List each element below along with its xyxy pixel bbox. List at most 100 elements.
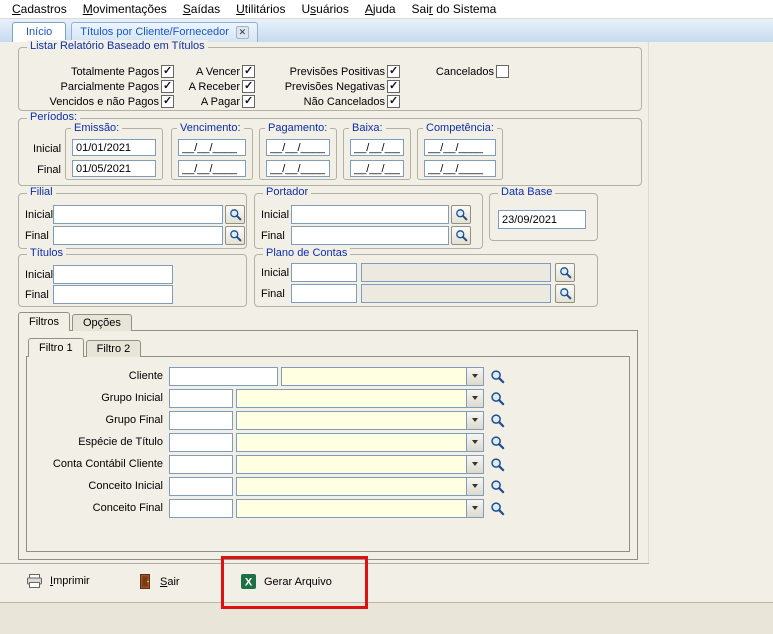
menu-saidas[interactable]: Saídas xyxy=(175,1,228,17)
input-conceito-inicial-codigo[interactable] xyxy=(169,477,233,496)
checkbox-a-receber[interactable] xyxy=(242,80,255,93)
combo-especie-titulo[interactable] xyxy=(236,433,484,452)
close-tab-icon[interactable]: ✕ xyxy=(236,26,249,39)
label-nao-cancelados: Não Cancelados xyxy=(255,96,387,108)
input-portador-inicial[interactable] xyxy=(291,205,449,224)
input-emissao-final[interactable] xyxy=(72,160,156,177)
search-icon xyxy=(490,369,505,384)
imprimir-button[interactable]: Imprimir xyxy=(26,573,90,589)
input-plano-inicial-codigo[interactable] xyxy=(291,263,357,282)
cliente-search-button[interactable] xyxy=(490,369,505,384)
input-especie-titulo-codigo[interactable] xyxy=(169,433,233,452)
input-filial-final[interactable] xyxy=(53,226,223,245)
filial-inicial-search-button[interactable] xyxy=(225,205,245,224)
input-pagamento-final[interactable] xyxy=(266,160,330,177)
portador-inicial-search-button[interactable] xyxy=(451,205,471,224)
label-filial-inicial: Inicial xyxy=(25,209,53,221)
input-competencia-inicial[interactable] xyxy=(424,139,496,156)
combo-conta-contabil[interactable] xyxy=(236,455,484,474)
printer-icon xyxy=(26,573,43,589)
plano-inicial-search-button[interactable] xyxy=(555,263,575,282)
field-plano-final-descricao xyxy=(361,284,551,303)
highlight-rectangle xyxy=(221,556,368,609)
input-titulos-inicial[interactable] xyxy=(53,265,173,284)
tab-filtros[interactable]: Filtros xyxy=(18,312,70,331)
input-vencimento-inicial[interactable] xyxy=(178,139,246,156)
combo-conceito-final[interactable] xyxy=(236,499,484,518)
chevron-down-icon[interactable] xyxy=(466,434,483,451)
checkbox-parcialmente-pagos[interactable] xyxy=(161,80,174,93)
input-plano-final-codigo[interactable] xyxy=(291,284,357,303)
label-titulos-final: Final xyxy=(25,289,53,301)
group-pagamento: Pagamento: xyxy=(259,128,337,180)
input-pagamento-inicial[interactable] xyxy=(266,139,330,156)
plano-final-search-button[interactable] xyxy=(555,284,575,303)
filial-final-search-button[interactable] xyxy=(225,226,245,245)
combo-cliente[interactable] xyxy=(281,367,484,386)
checkbox-cancelados[interactable] xyxy=(496,65,509,78)
search-icon xyxy=(559,266,572,279)
menu-sair-do-sistema[interactable]: Sair do Sistema xyxy=(404,1,505,17)
tab-filtro-1[interactable]: Filtro 1 xyxy=(28,338,84,357)
tab-filtro-2[interactable]: Filtro 2 xyxy=(86,340,142,357)
chevron-down-icon[interactable] xyxy=(466,390,483,407)
input-competencia-final[interactable] xyxy=(424,160,496,177)
conceito-final-search-button[interactable] xyxy=(490,501,505,516)
especie-titulo-search-button[interactable] xyxy=(490,435,505,450)
input-cliente-codigo[interactable] xyxy=(169,367,278,386)
grupo-inicial-search-button[interactable] xyxy=(490,391,505,406)
conta-contabil-search-button[interactable] xyxy=(490,457,505,472)
tab-titulos-por-cliente[interactable]: Títulos por Cliente/Fornecedor ✕ xyxy=(71,22,258,42)
chevron-down-icon[interactable] xyxy=(466,478,483,495)
combo-grupo-inicial[interactable] xyxy=(236,389,484,408)
chevron-down-icon[interactable] xyxy=(466,456,483,473)
filter-row-conceito-final: Conceito Final xyxy=(27,497,629,519)
input-grupo-inicial-codigo[interactable] xyxy=(169,389,233,408)
tab-inicio[interactable]: Início xyxy=(12,22,66,42)
chevron-down-icon[interactable] xyxy=(466,412,483,429)
portador-final-search-button[interactable] xyxy=(451,226,471,245)
group-vencimento: Vencimento: xyxy=(171,128,253,180)
input-portador-final[interactable] xyxy=(291,226,449,245)
checkbox-previsoes-negativas[interactable] xyxy=(387,80,400,93)
input-filial-inicial[interactable] xyxy=(53,205,223,224)
menu-ajuda[interactable]: Ajuda xyxy=(357,1,404,17)
combo-grupo-final[interactable] xyxy=(236,411,484,430)
search-icon xyxy=(455,229,468,242)
input-grupo-final-codigo[interactable] xyxy=(169,411,233,430)
checkbox-a-vencer[interactable] xyxy=(242,65,255,78)
checkbox-nao-cancelados[interactable] xyxy=(387,95,400,108)
tab-opcoes[interactable]: Opções xyxy=(72,314,132,331)
label-previsoes-positivas: Previsões Positivas xyxy=(255,66,387,78)
menu-usuarios[interactable]: Usuários xyxy=(293,1,356,17)
chevron-down-icon[interactable] xyxy=(466,368,483,385)
conceito-inicial-search-button[interactable] xyxy=(490,479,505,494)
group-vencimento-title: Vencimento: xyxy=(177,122,244,134)
group-titulos: Títulos Inicial Final xyxy=(18,254,247,307)
checkbox-previsoes-positivas[interactable] xyxy=(387,65,400,78)
input-vencimento-final[interactable] xyxy=(178,160,246,177)
input-baixa-inicial[interactable] xyxy=(350,139,404,156)
search-icon xyxy=(490,435,505,450)
menu-bar: Cadastros Movimentações Saídas Utilitári… xyxy=(0,0,773,19)
grupo-final-search-button[interactable] xyxy=(490,413,505,428)
input-conceito-final-codigo[interactable] xyxy=(169,499,233,518)
input-data-base[interactable] xyxy=(498,210,586,229)
search-icon xyxy=(559,287,572,300)
checkbox-a-pagar[interactable] xyxy=(242,95,255,108)
chevron-down-icon[interactable] xyxy=(466,500,483,517)
checkbox-totalmente-pagos[interactable] xyxy=(161,65,174,78)
input-conta-contabil-codigo[interactable] xyxy=(169,455,233,474)
input-baixa-final[interactable] xyxy=(350,160,404,177)
sair-button[interactable]: Sair xyxy=(138,573,180,590)
combo-conceito-inicial[interactable] xyxy=(236,477,484,496)
label-plano-final: Final xyxy=(261,288,291,300)
menu-movimentacoes[interactable]: Movimentações xyxy=(75,1,175,17)
label-a-receber: A Receber xyxy=(179,81,242,93)
input-emissao-inicial[interactable] xyxy=(72,139,156,156)
input-titulos-final[interactable] xyxy=(53,285,173,304)
search-icon xyxy=(490,457,505,472)
menu-utilitarios[interactable]: Utilitários xyxy=(228,1,293,17)
checkbox-vencidos-nao-pagos[interactable] xyxy=(161,95,174,108)
menu-cadastros[interactable]: Cadastros xyxy=(4,1,75,17)
